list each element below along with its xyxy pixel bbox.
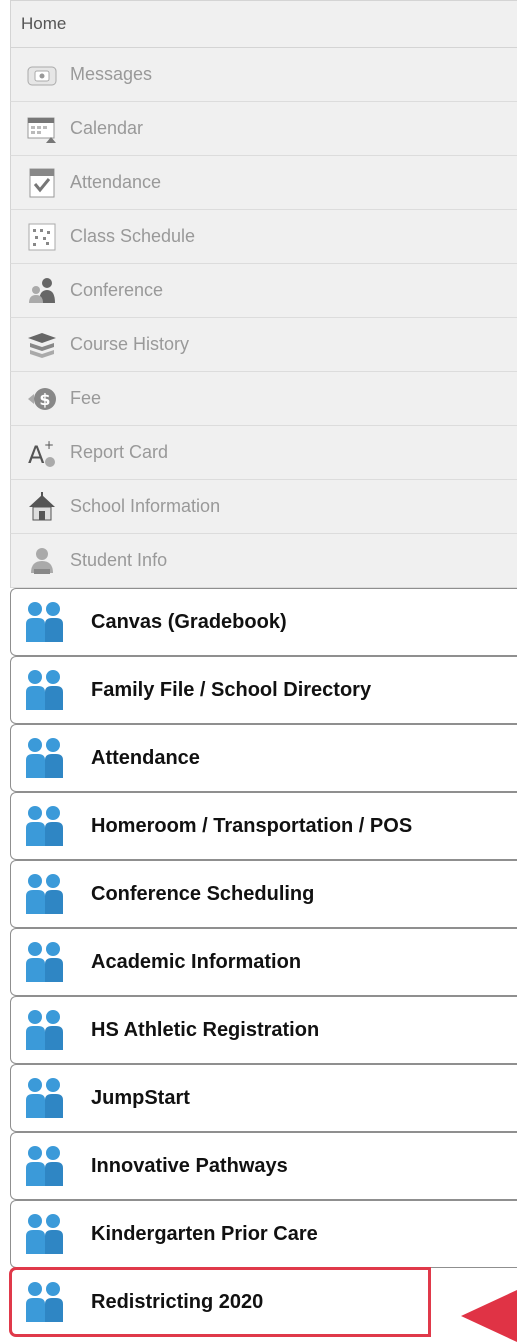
nav-item-fee[interactable]: $ Fee	[10, 372, 517, 426]
nav-item-label: Calendar	[70, 118, 144, 138]
link-label: Family File / School Directory	[91, 678, 372, 701]
svg-text:+: +	[44, 438, 54, 452]
people-icon	[21, 938, 69, 986]
link-innovative-pathways[interactable]: Innovative Pathways	[10, 1132, 517, 1200]
link-label: Canvas (Gradebook)	[91, 610, 287, 633]
nav-item-label: Attendance	[70, 172, 162, 192]
conference-icon	[24, 273, 60, 309]
nav-item-label: Fee	[70, 388, 102, 408]
school-information-icon	[24, 489, 60, 525]
nav-item-calendar[interactable]: Calendar	[10, 102, 517, 156]
calendar-icon	[24, 111, 60, 147]
link-label: Redistricting 2020	[91, 1290, 264, 1313]
link-attendance[interactable]: Attendance	[10, 724, 517, 792]
link-label: Attendance	[91, 746, 200, 769]
nav-item-report-card[interactable]: A + Report Card	[10, 426, 517, 480]
people-icon	[21, 1278, 69, 1326]
people-icon	[21, 802, 69, 850]
people-icon	[21, 666, 69, 714]
attendance-icon	[24, 165, 60, 201]
nav-item-label: Conference	[70, 280, 164, 300]
link-label: Conference Scheduling	[91, 882, 315, 905]
messages-icon	[24, 57, 60, 93]
svg-text:A: A	[28, 441, 45, 469]
link-label: JumpStart	[91, 1086, 190, 1109]
link-kindergarten-prior-care[interactable]: Kindergarten Prior Care	[10, 1200, 517, 1268]
pointer-arrow-icon	[461, 1290, 517, 1342]
link-label: Innovative Pathways	[91, 1154, 288, 1177]
home-label: Home	[21, 14, 67, 33]
people-icon	[21, 870, 69, 918]
nav-item-label: Messages	[70, 64, 153, 84]
fee-icon: $	[24, 381, 60, 417]
link-redistricting-2020[interactable]: Redistricting 2020	[9, 1267, 431, 1337]
link-hs-athletic-registration[interactable]: HS Athletic Registration	[10, 996, 517, 1064]
link-family-file-school-directory[interactable]: Family File / School Directory	[10, 656, 517, 724]
student-info-icon	[24, 543, 60, 579]
link-homeroom-transportation-pos[interactable]: Homeroom / Transportation / POS	[10, 792, 517, 860]
report-card-icon: A +	[24, 435, 60, 471]
nav-item-label: School Information	[70, 496, 221, 516]
people-icon	[21, 1074, 69, 1122]
link-canvas-gradebook[interactable]: Canvas (Gradebook)	[10, 588, 517, 656]
link-academic-information[interactable]: Academic Information	[10, 928, 517, 996]
nav-item-label: Student Info	[70, 550, 168, 570]
people-icon	[21, 734, 69, 782]
nav-item-messages[interactable]: Messages	[10, 48, 517, 102]
link-label: Academic Information	[91, 950, 302, 973]
people-icon	[21, 1142, 69, 1190]
nav-item-conference[interactable]: Conference	[10, 264, 517, 318]
link-label: Kindergarten Prior Care	[91, 1222, 318, 1245]
nav-item-attendance[interactable]: Attendance	[10, 156, 517, 210]
people-icon	[21, 598, 69, 646]
nav-item-label: Class Schedule	[70, 226, 196, 246]
svg-text:$: $	[39, 390, 50, 409]
link-label: Homeroom / Transportation / POS	[91, 814, 413, 837]
nav-item-student-info[interactable]: Student Info	[10, 534, 517, 588]
nav-item-school-information[interactable]: School Information	[10, 480, 517, 534]
nav-item-course-history[interactable]: Course History	[10, 318, 517, 372]
course-history-icon	[24, 327, 60, 363]
nav-item-class-schedule[interactable]: Class Schedule	[10, 210, 517, 264]
class-schedule-icon	[24, 219, 60, 255]
people-icon	[21, 1006, 69, 1054]
nav-item-label: Course History	[70, 334, 190, 354]
link-conference-scheduling[interactable]: Conference Scheduling	[10, 860, 517, 928]
side-navigation: Home Messages Calendar Attendance Class …	[9, 0, 517, 1337]
people-icon	[21, 1210, 69, 1258]
link-label: HS Athletic Registration	[91, 1018, 320, 1041]
link-jumpstart[interactable]: JumpStart	[10, 1064, 517, 1132]
nav-item-label: Report Card	[70, 442, 169, 462]
home-link[interactable]: Home	[10, 0, 517, 48]
